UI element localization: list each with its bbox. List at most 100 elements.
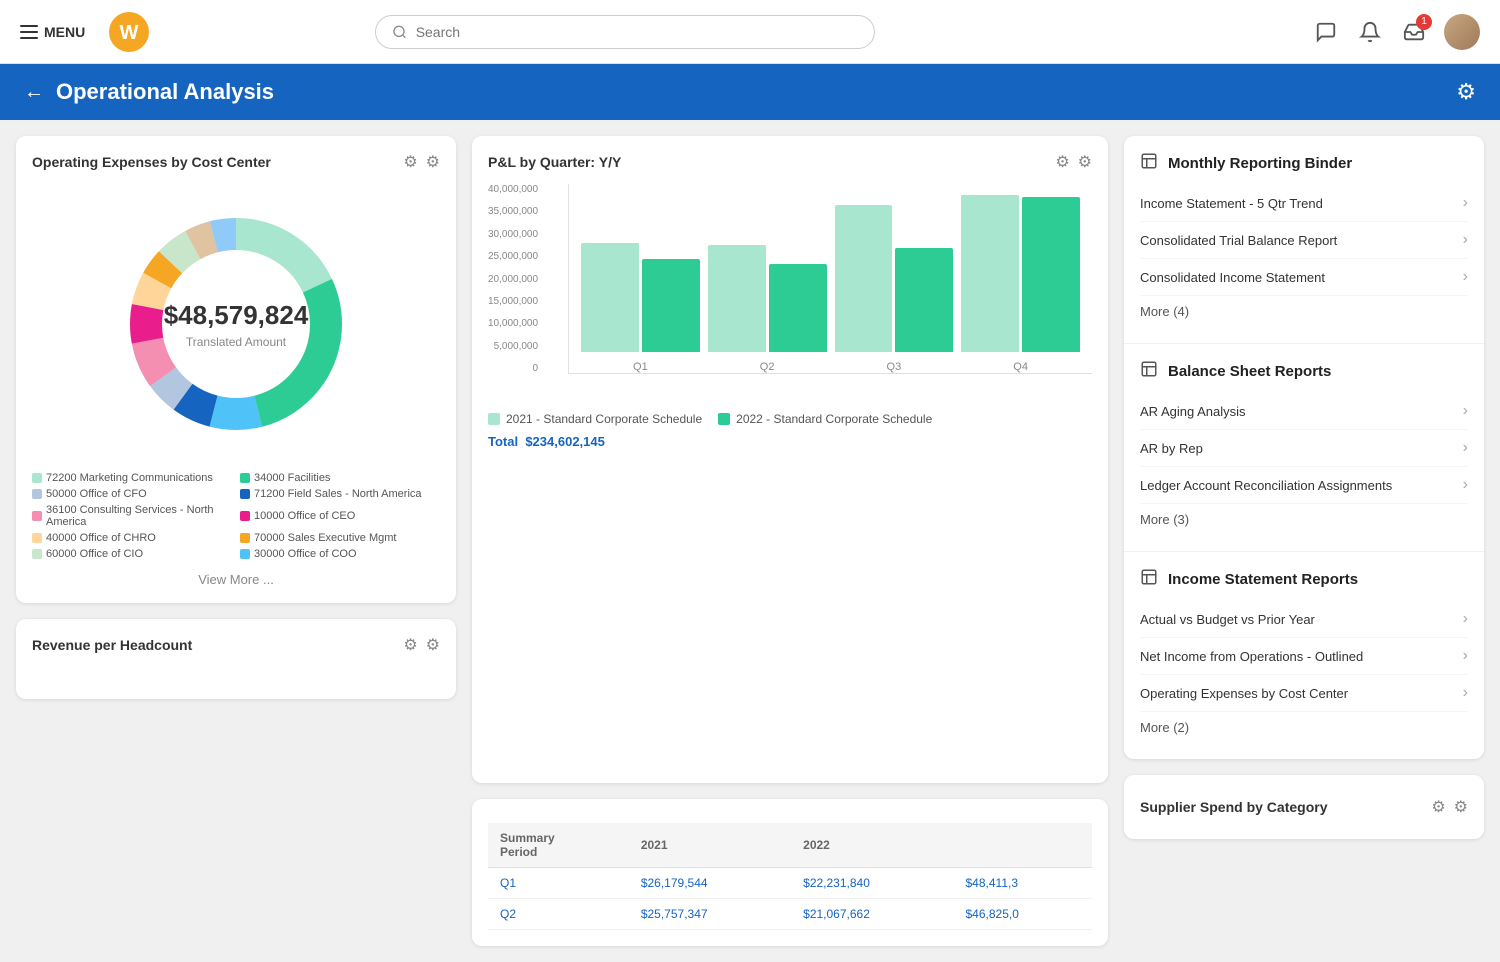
legend-label: 72200 Marketing Communications: [46, 472, 213, 484]
report-item[interactable]: Consolidated Income Statement ›: [1140, 259, 1468, 296]
cell-total: $46,825,0: [954, 899, 1093, 930]
search-input[interactable]: [416, 24, 859, 40]
page-title: Operational Analysis: [56, 79, 1444, 105]
legend-item: 71200 Field Sales - North America: [240, 488, 440, 500]
report-item-label: Income Statement - 5 Qtr Trend: [1140, 196, 1323, 211]
quarter-group: Q4: [961, 195, 1080, 373]
col-2021: 2021: [629, 823, 791, 868]
bar-2022[interactable]: [895, 248, 953, 352]
section-header: Monthly Reporting Binder: [1140, 152, 1468, 175]
legend-label: 50000 Office of CFO: [46, 488, 147, 500]
view-more-button[interactable]: View More ...: [32, 572, 440, 587]
inbox-icon[interactable]: 1: [1400, 18, 1428, 46]
period-link[interactable]: Q1: [500, 876, 516, 890]
legend-label: 60000 Office of CIO: [46, 548, 143, 560]
bar-2022[interactable]: [769, 264, 827, 352]
bar-2021[interactable]: [581, 243, 639, 352]
hamburger-icon: [20, 25, 38, 39]
header-bar: ← Operational Analysis ⚙: [0, 64, 1500, 120]
search-icon: [392, 24, 407, 40]
quarter-bars: [708, 245, 827, 352]
legend-2021: 2021 - Standard Corporate Schedule: [488, 412, 702, 426]
more-link[interactable]: More (4): [1140, 296, 1468, 327]
supplier-settings-icon[interactable]: ⚙: [1454, 797, 1468, 817]
legend-label: 40000 Office of CHRO: [46, 532, 156, 544]
chevron-right-icon: ›: [1463, 684, 1468, 702]
legend-2021-dot: [488, 413, 500, 425]
period-link[interactable]: Q2: [500, 907, 516, 921]
legend-label: 10000 Office of CEO: [254, 510, 355, 522]
pl-filter-icon[interactable]: ⚙: [1055, 152, 1069, 172]
supplier-filter-icon[interactable]: ⚙: [1431, 797, 1445, 817]
bar-2022[interactable]: [1022, 197, 1080, 352]
legend-item: 40000 Office of CHRO: [32, 532, 232, 544]
search-bar[interactable]: [375, 15, 875, 49]
quarter-group: Q1: [581, 243, 700, 373]
y-axis-label: 15,000,000: [488, 296, 538, 307]
table-header-row: SummaryPeriod 2021 2022: [488, 823, 1092, 868]
operating-expenses-title: Operating Expenses by Cost Center: [32, 154, 271, 170]
summary-table-body: Q1 $26,179,544 $22,231,840 $48,411,3 Q2 …: [488, 868, 1092, 930]
legend-color: [240, 533, 250, 543]
bar-2021[interactable]: [708, 245, 766, 352]
pl-chart-card: P&L by Quarter: Y/Y ⚙ ⚙ 40,000,00035,000…: [472, 136, 1108, 783]
table-row: Q1 $26,179,544 $22,231,840 $48,411,3: [488, 868, 1092, 899]
donut-amount: $48,579,824: [164, 300, 309, 331]
chart-total: Total $234,602,145: [488, 434, 1092, 449]
section-icon: [1140, 152, 1158, 175]
bar-chart-legend: 2021 - Standard Corporate Schedule 2022 …: [488, 412, 1092, 426]
report-item[interactable]: Net Income from Operations - Outlined ›: [1140, 638, 1468, 675]
menu-button[interactable]: MENU: [20, 24, 85, 40]
total-label: Total: [488, 434, 518, 449]
report-item-label: Actual vs Budget vs Prior Year: [1140, 612, 1315, 627]
chevron-right-icon: ›: [1463, 268, 1468, 286]
workday-logo: W: [109, 12, 149, 52]
col-total: [954, 823, 1093, 868]
report-item[interactable]: AR by Rep ›: [1140, 430, 1468, 467]
card-action-icons: ⚙ ⚙: [403, 152, 440, 172]
report-item[interactable]: Consolidated Trial Balance Report ›: [1140, 222, 1468, 259]
bar-2022[interactable]: [642, 259, 700, 352]
bars-container: Q1Q2Q3Q4: [568, 184, 1092, 374]
y-axis-label: 5,000,000: [494, 341, 539, 352]
more-link[interactable]: More (2): [1140, 712, 1468, 743]
y-axis-label: 0: [533, 363, 539, 374]
cell-2022: $22,231,840: [791, 868, 953, 899]
pl-chart-title: P&L by Quarter: Y/Y: [488, 154, 621, 170]
settings-icon[interactable]: ⚙: [1456, 79, 1476, 105]
main-content: Operating Expenses by Cost Center ⚙ ⚙: [0, 120, 1500, 962]
bar-2021[interactable]: [835, 205, 893, 352]
settings-icon2[interactable]: ⚙: [426, 152, 440, 172]
revenue-headcount-title: Revenue per Headcount: [32, 637, 192, 653]
legend-label: 70000 Sales Executive Mgmt: [254, 532, 396, 544]
filter-icon2[interactable]: ⚙: [403, 635, 417, 655]
filter-icon[interactable]: ⚙: [403, 152, 417, 172]
avatar[interactable]: [1444, 14, 1480, 50]
section-icon: [1140, 360, 1158, 383]
chevron-right-icon: ›: [1463, 610, 1468, 628]
settings-icon3[interactable]: ⚙: [426, 635, 440, 655]
svg-text:W: W: [120, 22, 139, 44]
notification-icon[interactable]: [1356, 18, 1384, 46]
more-link[interactable]: More (3): [1140, 504, 1468, 535]
summary-table: SummaryPeriod 2021 2022 Q1 $26,179,544 $…: [488, 823, 1092, 930]
chat-icon[interactable]: [1312, 18, 1340, 46]
report-item[interactable]: Actual vs Budget vs Prior Year ›: [1140, 601, 1468, 638]
card-action-icons2: ⚙ ⚙: [403, 635, 440, 655]
pl-settings-icon[interactable]: ⚙: [1078, 152, 1092, 172]
report-item[interactable]: Income Statement - 5 Qtr Trend ›: [1140, 185, 1468, 222]
report-item[interactable]: AR Aging Analysis ›: [1140, 393, 1468, 430]
report-item[interactable]: Operating Expenses by Cost Center ›: [1140, 675, 1468, 712]
y-axis-label: 25,000,000: [488, 251, 538, 262]
back-button[interactable]: ←: [24, 81, 44, 104]
report-item-label: AR by Rep: [1140, 441, 1203, 456]
chevron-right-icon: ›: [1463, 231, 1468, 249]
quarter-label: Q2: [708, 361, 827, 373]
report-item-label: Consolidated Income Statement: [1140, 270, 1325, 285]
report-item[interactable]: Ledger Account Reconciliation Assignment…: [1140, 467, 1468, 504]
legend-color: [240, 489, 250, 499]
right-column: Monthly Reporting Binder Income Statemen…: [1124, 136, 1484, 946]
bar-2021[interactable]: [961, 195, 1019, 352]
cell-2022: $21,067,662: [791, 899, 953, 930]
report-item-label: Net Income from Operations - Outlined: [1140, 649, 1363, 664]
